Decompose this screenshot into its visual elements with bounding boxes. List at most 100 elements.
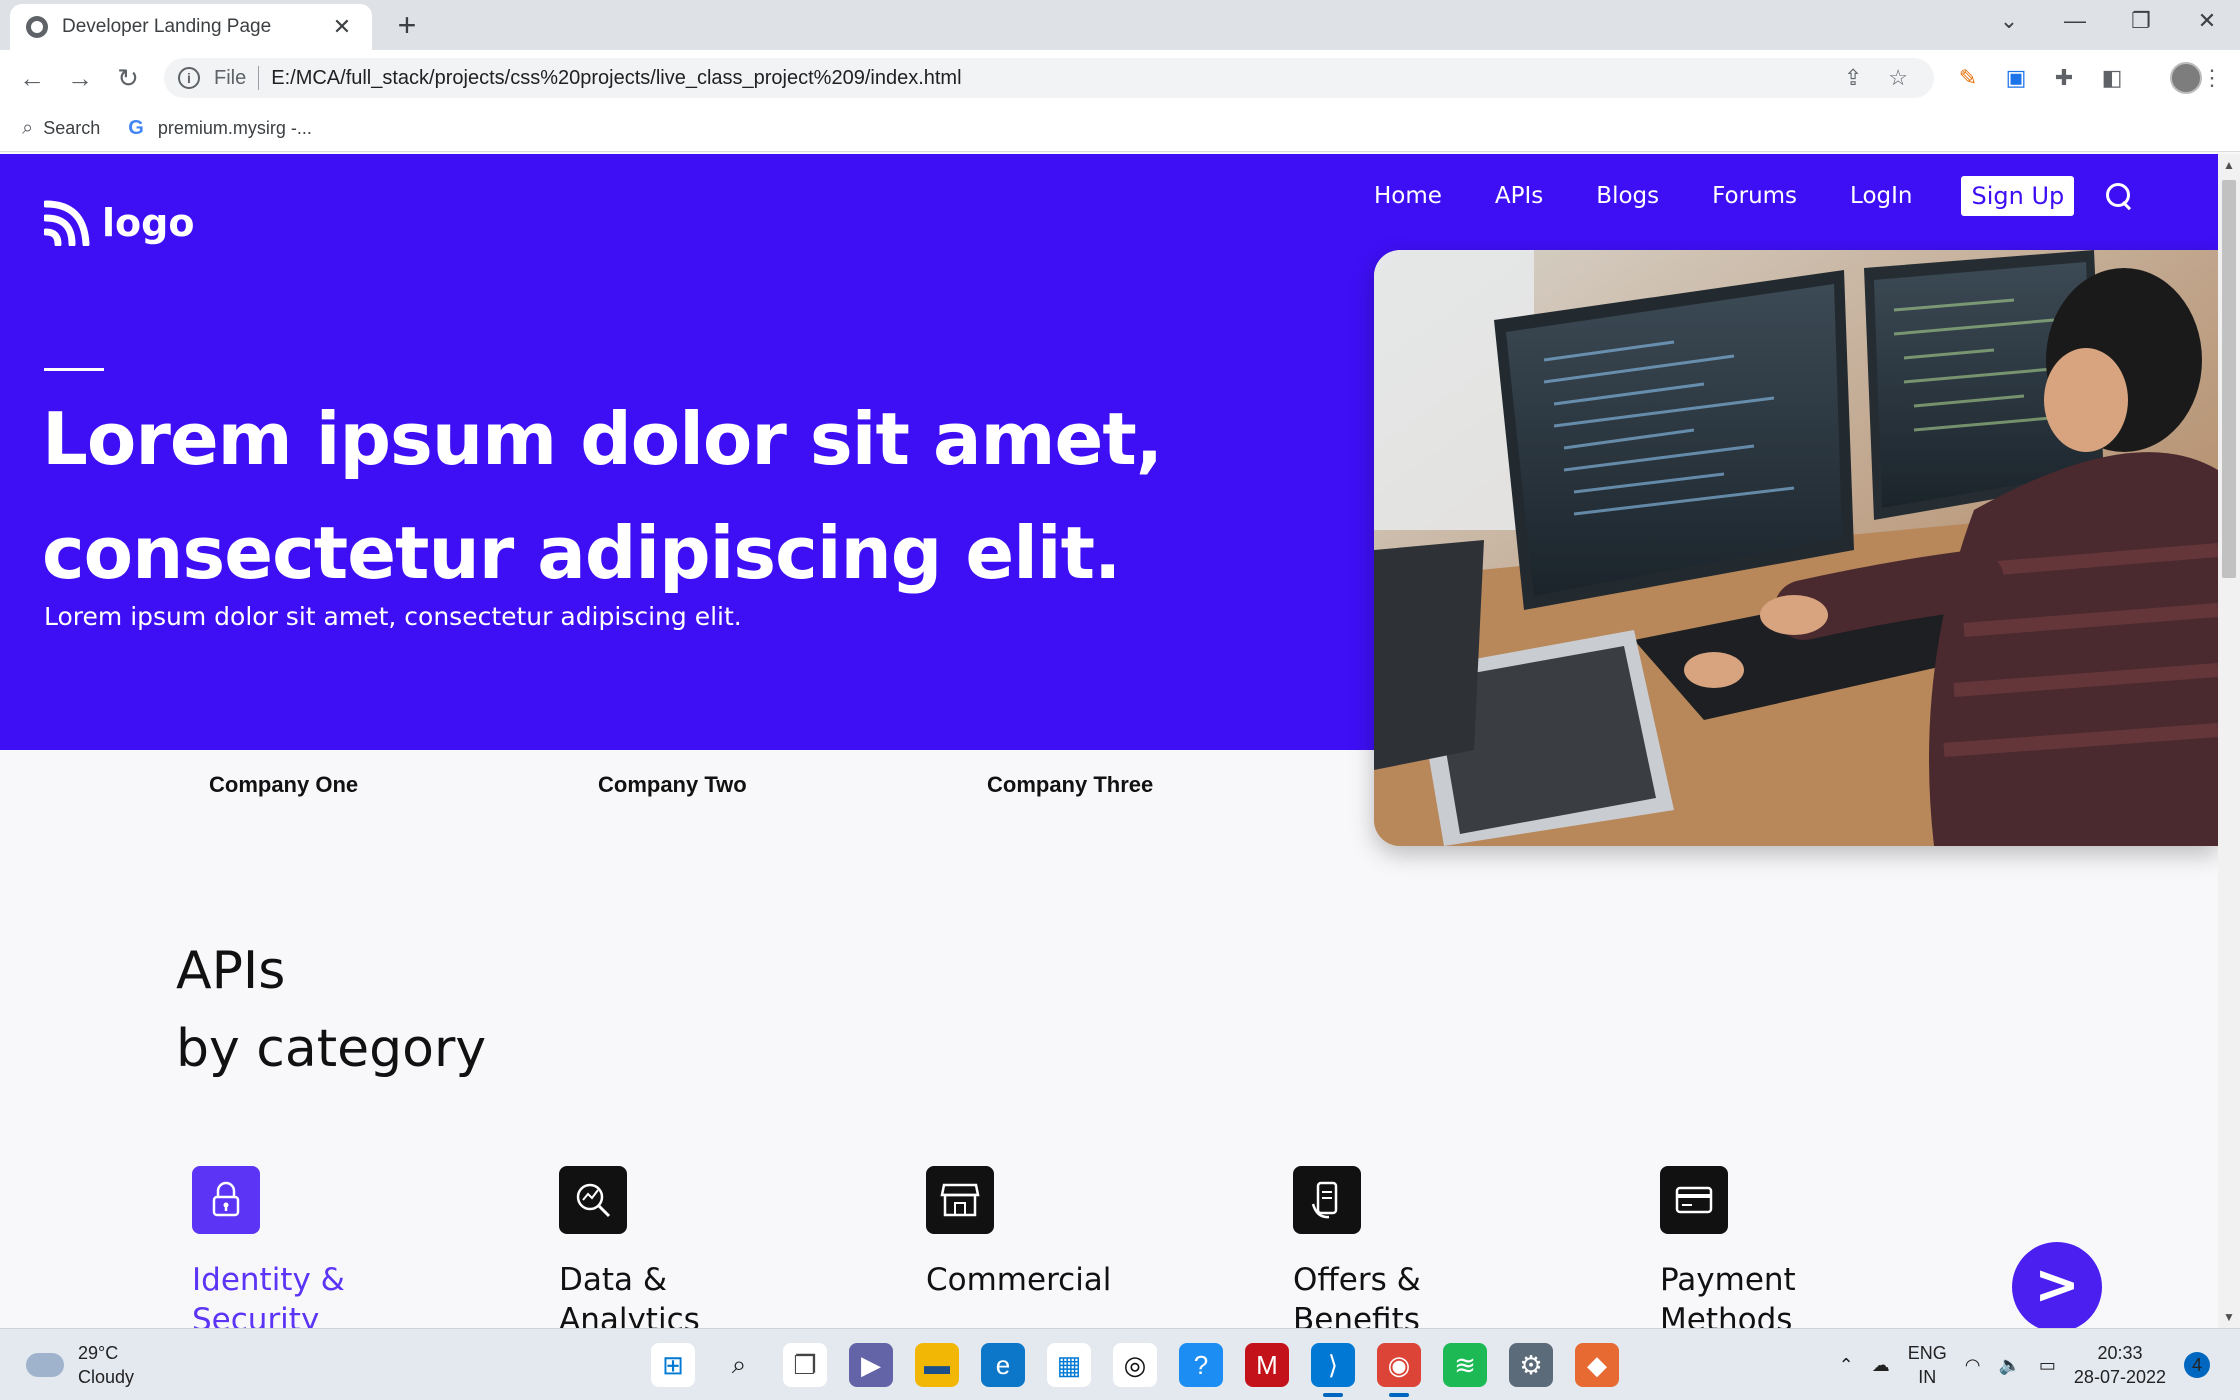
side-panel-icon[interactable]: ◧ bbox=[2096, 62, 2128, 94]
help-icon[interactable]: ? bbox=[1179, 1343, 1223, 1387]
cloud-icon bbox=[26, 1353, 64, 1377]
category-label-line-1: Commercial bbox=[926, 1262, 1112, 1298]
start-windows-icon[interactable]: ⊞ bbox=[651, 1343, 695, 1387]
git-icon[interactable]: ◆ bbox=[1575, 1343, 1619, 1387]
category-label-line-2: Methods bbox=[1660, 1302, 1793, 1328]
site-logo[interactable]: logo bbox=[44, 200, 194, 246]
category-data-analytics[interactable]: Data & Analytics bbox=[559, 1166, 809, 1328]
back-icon[interactable]: ← bbox=[14, 60, 50, 96]
close-window-button[interactable]: ✕ bbox=[2174, 0, 2240, 44]
url-text[interactable]: E:/MCA/full_stack/projects/css%20project… bbox=[271, 67, 1844, 90]
tray-overflow-chevron-icon[interactable]: ⌃ bbox=[1839, 1355, 1854, 1376]
window-controls: ⌄ — ❐ ✕ bbox=[1976, 0, 2240, 44]
mcafee-icon[interactable]: M bbox=[1245, 1343, 1289, 1387]
settings-gear-icon[interactable]: ⚙ bbox=[1509, 1343, 1553, 1387]
company-logos-strip: Company One Company Two Company Three bbox=[0, 772, 1300, 812]
site-info-icon[interactable]: i bbox=[178, 67, 200, 89]
category-label: Data & Analytics bbox=[559, 1260, 809, 1328]
bookmark-star-icon[interactable]: ☆ bbox=[1888, 65, 1908, 91]
restore-button[interactable]: ❐ bbox=[2108, 0, 2174, 44]
teams-chat-icon[interactable]: ▶ bbox=[849, 1343, 893, 1387]
category-label: Identity & Security bbox=[192, 1260, 442, 1328]
search-icon[interactable] bbox=[2104, 181, 2134, 211]
category-label: Payment Methods bbox=[1660, 1260, 1910, 1328]
scrollbar-thumb[interactable] bbox=[2222, 180, 2236, 578]
taskbar-apps: ⊞ ⌕ ❐ ▶ ▬ e ▦ ◎ ? M ⟩ ◉ ≋ ⚙ ◆ bbox=[640, 1343, 1630, 1397]
volume-icon[interactable]: 🔈 bbox=[1998, 1355, 2020, 1376]
card-icon bbox=[1660, 1166, 1728, 1234]
language-code: ENG bbox=[1907, 1343, 1947, 1363]
battery-icon[interactable]: ▭ bbox=[2039, 1355, 2056, 1376]
headline-line-2: consectetur adipiscing elit. bbox=[42, 511, 1121, 595]
store-icon bbox=[926, 1166, 994, 1234]
category-label: Commercial bbox=[926, 1260, 1176, 1300]
wifi-icon[interactable]: ◠ bbox=[1965, 1355, 1981, 1376]
nav-login[interactable]: LogIn bbox=[1850, 183, 1912, 209]
weather-widget[interactable]: 29°C Cloudy bbox=[26, 1341, 134, 1389]
file-explorer-icon[interactable]: ▬ bbox=[915, 1343, 959, 1387]
clock[interactable]: 20:33 28-07-2022 bbox=[2074, 1341, 2166, 1389]
url-divider bbox=[258, 66, 260, 90]
weather-condition: Cloudy bbox=[78, 1367, 135, 1387]
bookmark-premium-mysirg[interactable]: G premium.mysirg -... bbox=[128, 117, 312, 140]
store-icon[interactable]: ▦ bbox=[1047, 1343, 1091, 1387]
nav-blogs[interactable]: Blogs bbox=[1596, 183, 1659, 209]
category-label-line-2: Benefits bbox=[1293, 1302, 1420, 1328]
scroll-down-arrow-icon[interactable]: ▼ bbox=[2218, 1310, 2240, 1324]
bookmark-search[interactable]: ⌕ Search bbox=[22, 117, 100, 140]
logo-mark-icon bbox=[44, 200, 90, 246]
nav-forums[interactable]: Forums bbox=[1712, 183, 1797, 209]
os-taskbar: 29°C Cloudy ⊞ ⌕ ❐ ▶ ▬ e ▦ ◎ ? M ⟩ ◉ ≋ ⚙ … bbox=[0, 1328, 2240, 1400]
page-scrollbar[interactable]: ▲ ▼ bbox=[2218, 154, 2240, 1328]
lock-icon bbox=[192, 1166, 260, 1234]
temperature: 29°C bbox=[78, 1343, 119, 1363]
signup-button[interactable]: Sign Up bbox=[1961, 176, 2075, 216]
screen-recorder-extension-icon[interactable]: ▣ bbox=[2000, 62, 2032, 94]
app-circle-icon[interactable]: ◎ bbox=[1113, 1343, 1157, 1387]
headline-accent-rule bbox=[44, 368, 104, 371]
logo-text: logo bbox=[102, 201, 195, 245]
spotify-icon[interactable]: ≋ bbox=[1443, 1343, 1487, 1387]
forward-icon[interactable]: → bbox=[62, 60, 98, 96]
tab-close-icon[interactable]: ✕ bbox=[328, 14, 356, 40]
main-nav: Home APIs Blogs Forums LogIn Sign Up bbox=[1374, 176, 2134, 216]
apis-title-line-1: APIs bbox=[176, 941, 286, 1001]
color-picker-extension-icon[interactable]: ✎ bbox=[1952, 62, 1984, 94]
task-view-icon[interactable]: ❐ bbox=[783, 1343, 827, 1387]
company-two: Company Two bbox=[598, 772, 747, 797]
tab-search-button[interactable]: ⌄ bbox=[1976, 0, 2042, 44]
category-offers-benefits[interactable]: Offers & Benefits bbox=[1293, 1166, 1543, 1328]
company-one: Company One bbox=[209, 772, 359, 797]
reload-icon[interactable]: ↻ bbox=[110, 60, 146, 96]
address-bar[interactable]: i File E:/MCA/full_stack/projects/css%20… bbox=[164, 58, 1934, 98]
notification-badge[interactable]: 4 bbox=[2184, 1352, 2210, 1378]
scroll-up-arrow-icon[interactable]: ▲ bbox=[2218, 158, 2240, 172]
chrome-icon[interactable]: ◉ bbox=[1377, 1343, 1421, 1397]
share-icon[interactable]: ⇪ bbox=[1844, 65, 1862, 91]
headline-line-1: Lorem ipsum dolor sit amet, bbox=[42, 397, 1163, 481]
category-identity-security[interactable]: Identity & Security bbox=[192, 1166, 442, 1328]
extensions-puzzle-icon[interactable]: ✚ bbox=[2048, 62, 2080, 94]
search-icon[interactable]: ⌕ bbox=[717, 1343, 761, 1387]
offers-icon bbox=[1293, 1166, 1361, 1234]
globe-icon bbox=[26, 16, 48, 38]
company-three: Company Three bbox=[987, 772, 1154, 797]
minimize-button[interactable]: — bbox=[2042, 0, 2108, 44]
category-payment-methods[interactable]: Payment Methods bbox=[1660, 1166, 1910, 1328]
nav-home[interactable]: Home bbox=[1374, 183, 1442, 209]
bookmark-label: Search bbox=[43, 118, 101, 138]
clock-time: 20:33 bbox=[2097, 1343, 2143, 1363]
onedrive-cloud-icon[interactable]: ☁ bbox=[1872, 1355, 1890, 1376]
hero-headline: Lorem ipsum dolor sit amet, consectetur … bbox=[42, 382, 1242, 610]
browser-tab[interactable]: Developer Landing Page ✕ bbox=[10, 4, 372, 50]
nav-apis[interactable]: APIs bbox=[1495, 183, 1543, 209]
next-category-button[interactable]: > bbox=[2012, 1242, 2102, 1328]
profile-avatar[interactable] bbox=[2170, 62, 2202, 94]
category-label-line-1: Data & bbox=[559, 1262, 668, 1298]
edge-icon[interactable]: e bbox=[981, 1343, 1025, 1387]
category-label-line-1: Payment bbox=[1660, 1262, 1796, 1298]
language-indicator[interactable]: ENG IN bbox=[1908, 1341, 1947, 1389]
new-tab-button[interactable]: + bbox=[390, 8, 424, 42]
vscode-icon[interactable]: ⟩ bbox=[1311, 1343, 1355, 1397]
category-commercial[interactable]: Commercial bbox=[926, 1166, 1176, 1300]
